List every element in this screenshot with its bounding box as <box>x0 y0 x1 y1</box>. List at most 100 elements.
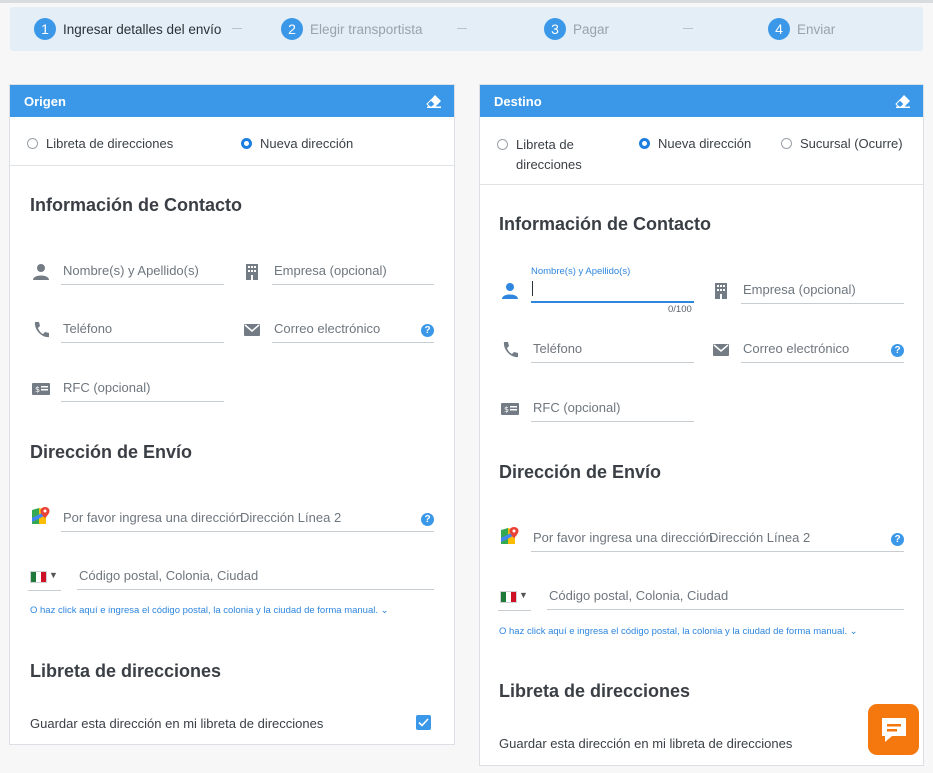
phone-icon <box>34 322 49 338</box>
origin-source-radios: Libreta de direcciones Nueva dirección <box>10 117 454 166</box>
id-card-icon: $ <box>32 383 50 395</box>
radio-address-book[interactable]: Libreta de direcciones <box>27 136 173 151</box>
maps-pin-icon <box>32 507 50 524</box>
step-number: 2 <box>281 18 303 40</box>
radio-new-address[interactable]: Nueva dirección <box>241 136 353 151</box>
step-number: 4 <box>768 18 790 40</box>
mexico-flag-icon[interactable] <box>30 571 47 583</box>
manual-address-link-text: O haz click aquí e ingresa el código pos… <box>30 605 379 616</box>
step-separator <box>232 28 242 29</box>
manual-address-link[interactable]: O haz click aquí e ingresa el código pos… <box>30 605 389 616</box>
check-icon <box>418 718 429 727</box>
phone-placeholder: Teléfono <box>63 321 113 336</box>
country-underline <box>28 590 61 591</box>
help-icon[interactable]: ? <box>891 344 904 357</box>
chevron-down-icon[interactable]: ▼ <box>519 590 528 600</box>
id-card-icon: $ <box>501 403 519 415</box>
chevron-down-icon: ⌄ <box>849 626 858 637</box>
help-icon[interactable]: ? <box>421 513 434 526</box>
address-book-title: Libreta de direcciones <box>30 661 222 681</box>
address-placeholder: Por favor ingresa una dirección. <box>533 530 717 545</box>
origin-title: Origen <box>24 93 66 109</box>
radio-label-line1: Libreta de <box>516 137 574 152</box>
zip-field[interactable]: Código postal, Colonia, Ciudad <box>77 563 434 590</box>
radio-address-book[interactable]: Libreta de direcciones <box>497 135 582 175</box>
svg-text:$: $ <box>35 385 40 394</box>
email-placeholder: Correo electrónico <box>274 321 381 336</box>
phone-field[interactable]: Teléfono <box>61 316 224 343</box>
step-label: Enviar <box>797 21 836 37</box>
chevron-down-icon: ⌄ <box>380 605 389 616</box>
chat-button[interactable] <box>868 704 919 755</box>
rfc-field[interactable]: RFC (opcional) <box>531 395 694 422</box>
step-4[interactable]: 4 Enviar <box>768 18 835 40</box>
svg-text:$: $ <box>504 405 509 414</box>
email-field[interactable]: Correo electrónico ? <box>272 316 434 343</box>
text-caret <box>532 281 533 296</box>
phone-field[interactable]: Teléfono <box>531 336 694 363</box>
radio-dot <box>27 138 38 149</box>
company-placeholder: Empresa (opcional) <box>274 263 387 278</box>
mail-icon <box>713 344 729 356</box>
step-2[interactable]: 2 Elegir transportista <box>281 18 423 40</box>
zip-field[interactable]: Código postal, Colonia, Ciudad <box>547 583 904 610</box>
shipping-address-title: Dirección de Envío <box>30 442 193 462</box>
address-placeholder: Por favor ingresa una dirección. <box>63 510 247 525</box>
person-icon <box>33 264 49 280</box>
radio-new-address[interactable]: Nueva dirección <box>639 136 751 151</box>
destination-header: Destino <box>480 85 923 117</box>
address-field[interactable]: Por favor ingresa una dirección. Direcci… <box>61 505 434 532</box>
zip-placeholder: Código postal, Colonia, Ciudad <box>549 588 729 603</box>
contact-info-title: Información de Contacto <box>30 195 243 215</box>
top-border <box>0 0 933 3</box>
address-line2-placeholder: Dirección Línea 2 <box>709 530 811 545</box>
mexico-flag-icon[interactable] <box>500 591 517 603</box>
eraser-icon[interactable] <box>895 94 911 108</box>
address-book-title: Libreta de direcciones <box>499 681 691 701</box>
manual-address-link[interactable]: O haz click aquí e ingresa el código pos… <box>499 626 858 637</box>
name-focus-underline <box>531 301 694 303</box>
destination-title: Destino <box>494 93 542 109</box>
save-address-checkbox[interactable] <box>416 715 431 730</box>
email-field[interactable]: Correo electrónico ? <box>741 336 904 363</box>
radio-label: Sucursal (Ocurre) <box>800 136 903 151</box>
step-number: 1 <box>34 18 56 40</box>
rfc-placeholder: RFC (opcional) <box>533 400 621 415</box>
step-label: Pagar <box>573 21 610 37</box>
radio-label: Libreta de direcciones <box>46 136 174 151</box>
help-icon[interactable]: ? <box>421 324 434 337</box>
mail-icon <box>244 324 260 336</box>
company-field[interactable]: Empresa (opcional) <box>741 277 904 304</box>
name-field[interactable] <box>531 277 694 302</box>
stepper: 1 Ingresar detalles del envío 2 Elegir t… <box>10 7 923 51</box>
phone-placeholder: Teléfono <box>533 341 583 356</box>
step-number: 3 <box>544 18 566 40</box>
help-icon[interactable]: ? <box>891 533 904 546</box>
step-3[interactable]: 3 Pagar <box>544 18 609 40</box>
company-placeholder: Empresa (opcional) <box>743 282 856 297</box>
step-separator <box>683 28 693 29</box>
save-address-label: Guardar esta dirección en mi libreta de … <box>30 716 324 731</box>
step-label: Elegir transportista <box>310 21 423 37</box>
zip-placeholder: Código postal, Colonia, Ciudad <box>79 568 259 583</box>
step-1[interactable]: 1 Ingresar detalles del envío <box>34 18 221 40</box>
name-char-counter: 0/100 <box>668 304 692 315</box>
rfc-field[interactable]: RFC (opcional) <box>61 375 224 402</box>
radio-label: Libreta de direcciones <box>516 135 582 175</box>
address-field[interactable]: Por favor ingresa una dirección. Direcci… <box>531 525 904 552</box>
country-underline <box>498 610 531 611</box>
shipping-address-title: Dirección de Envío <box>499 462 662 482</box>
step-label: Ingresar detalles del envío <box>63 21 222 37</box>
rfc-placeholder: RFC (opcional) <box>63 380 151 395</box>
phone-icon <box>503 342 518 358</box>
radio-branch-office[interactable]: Sucursal (Ocurre) <box>781 136 903 151</box>
building-icon <box>246 264 258 280</box>
radio-dot <box>781 138 792 149</box>
destination-card: Destino Libreta de direcciones Nueva dir… <box>479 84 924 766</box>
company-field[interactable]: Empresa (opcional) <box>272 258 434 285</box>
name-field[interactable]: Nombre(s) y Apellido(s) <box>61 258 224 285</box>
radio-label: Nueva dirección <box>260 136 354 151</box>
chevron-down-icon[interactable]: ▼ <box>49 570 58 580</box>
eraser-icon[interactable] <box>426 94 442 108</box>
radio-label: Nueva dirección <box>658 136 752 151</box>
